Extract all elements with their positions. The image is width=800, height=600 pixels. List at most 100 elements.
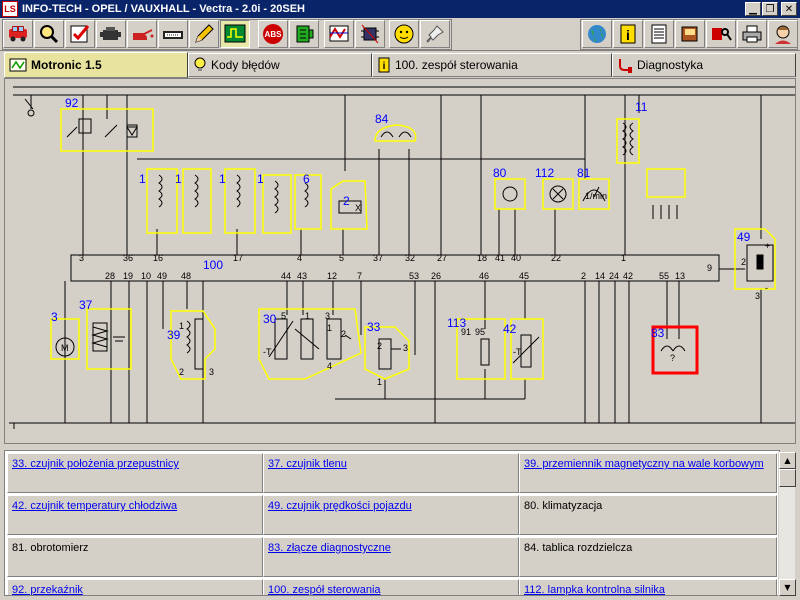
scroll-thumb[interactable]	[779, 469, 796, 487]
minimize-button[interactable]: ▁	[745, 2, 761, 16]
pin-top-32: 32	[405, 253, 415, 263]
component-number-92: 92	[65, 96, 79, 110]
legend-item-42[interactable]: 42. czujnik temperatury chłodziwa	[7, 495, 263, 535]
printer-icon[interactable]	[737, 20, 767, 48]
svg-text:i: i	[383, 61, 386, 72]
person-icon[interactable]	[768, 20, 798, 48]
checkmark-icon[interactable]	[65, 20, 95, 48]
pin-bottom-44: 44	[281, 271, 291, 281]
tab-kody-bledow[interactable]: Kody błędów	[188, 53, 372, 77]
component-outlines	[50, 108, 776, 380]
pin-bottom-46: 46	[479, 271, 489, 281]
oscilloscope-icon[interactable]	[220, 20, 250, 48]
legend-item-100[interactable]: 100. zespół sterowania	[263, 579, 519, 595]
battery-icon[interactable]	[158, 20, 188, 48]
symbol-label-c49-0: +	[765, 241, 770, 251]
component-number-2: 2	[343, 194, 350, 208]
globe-icon[interactable]	[582, 20, 612, 48]
pin-top-5: 5	[339, 253, 344, 263]
symbol-label-c49-3: -	[765, 283, 768, 293]
legend-scrollbar[interactable]: ▲ ▼	[778, 452, 796, 596]
component-number-83: 83	[651, 326, 665, 340]
engine-icon[interactable]	[96, 20, 126, 48]
legend-item-81: 81. obrotomierz	[7, 537, 263, 577]
component-number-3: 3	[51, 310, 58, 324]
component-number-80: 80	[493, 166, 507, 180]
tab-motronic[interactable]: Motronic 1.5	[4, 52, 188, 78]
oxygen-sensor-37-outline	[86, 308, 132, 370]
pin-icon[interactable]	[420, 20, 450, 48]
legend-item-112[interactable]: 112. lampka kontrolna silnika	[519, 579, 777, 595]
component-legend: 33. czujnik położenia przepustnicy 37. c…	[4, 450, 780, 596]
pin-top-4: 4	[297, 253, 302, 263]
component-number-100: 100	[203, 258, 223, 272]
gauge-smiley-icon[interactable]	[389, 20, 419, 48]
pin-bottom-28: 28	[105, 271, 115, 281]
symbol-label-c30-3: 1	[327, 323, 332, 333]
symbol-label-c39-0: 1	[179, 321, 184, 331]
symbol-label-c30-5: 4	[327, 361, 332, 371]
legend-item-37[interactable]: 37. czujnik tlenu	[263, 453, 519, 493]
component-number-37: 37	[79, 298, 93, 312]
pencil-icon[interactable]	[189, 20, 219, 48]
pin-bottom-26: 26	[431, 271, 441, 281]
pin-top-27: 27	[437, 253, 447, 263]
symbol-label-c39-2: 3	[209, 367, 214, 377]
component-number-49: 49	[737, 230, 751, 244]
throttle-33-outline	[364, 326, 410, 380]
key-card-icon[interactable]	[706, 20, 736, 48]
magnifier-icon[interactable]	[34, 20, 64, 48]
tab-bar: Motronic 1.5 Kody błędów i 100. zespół s…	[0, 51, 800, 78]
timing-icon[interactable]	[324, 20, 354, 48]
symbol-label-c42-0: -T	[513, 347, 522, 357]
dashboard-84-outline	[374, 124, 417, 142]
component-number-112: 112	[535, 166, 554, 180]
oil-can-icon[interactable]	[127, 20, 157, 48]
tab-diagnostyka[interactable]: Diagnostyka	[612, 53, 796, 77]
abs-icon[interactable]: ABS	[258, 20, 288, 48]
scroll-down-button[interactable]: ▼	[779, 579, 796, 596]
pin-top-18: 18	[477, 253, 487, 263]
chip-icon[interactable]	[355, 20, 385, 48]
pin-top-40: 40	[511, 253, 521, 263]
symbol-label-c30-6: -T	[263, 347, 272, 357]
title-bar: LS INFO-TECH - OPEL / VAUXHALL - Vectra …	[0, 0, 800, 18]
distributor-11-outline	[646, 168, 686, 198]
pin-bottom-53: 53	[409, 271, 419, 281]
tab-zespol-sterowania[interactable]: i 100. zespół sterowania	[372, 53, 612, 77]
tab-motronic-label: Motronic 1.5	[31, 58, 102, 72]
pin-bottom-19: 19	[123, 271, 133, 281]
legend-item-39[interactable]: 39. przemiennik magnetyczny na wale korb…	[519, 453, 777, 493]
pin-bottom-48: 48	[181, 271, 191, 281]
close-button[interactable]: ✕	[781, 2, 797, 16]
restore-button[interactable]: ❐	[762, 2, 778, 16]
connector-icon[interactable]	[289, 20, 319, 48]
legend-item-92[interactable]: 92. przekaźnik	[7, 579, 263, 595]
book-icon[interactable]	[675, 20, 705, 48]
legend-item-83[interactable]: 83. złącze diagnostyczne	[263, 537, 519, 577]
pin-top-41: 41	[495, 253, 505, 263]
svg-text:ABS: ABS	[265, 30, 283, 39]
car-icon[interactable]	[3, 20, 33, 48]
tab-zespol-sterowania-label: 100. zespół sterowania	[395, 58, 518, 72]
wiring-diagram: 92 84 11 1 1 1 1 6 2 80 112 81 49 100 3 37 39 30 33 113 42 83…	[4, 78, 796, 444]
pin-top-16: 16	[153, 253, 163, 263]
pin-bottom-14: 14	[595, 271, 605, 281]
info-icon[interactable]: i	[613, 20, 643, 48]
pin-bottom-49: 49	[157, 271, 167, 281]
pin-top-36: 36	[123, 253, 133, 263]
symbol-label-c39-1: 2	[179, 367, 184, 377]
legend-item-33[interactable]: 33. czujnik położenia przepustnicy	[7, 453, 263, 493]
scroll-up-button[interactable]: ▲	[779, 452, 796, 469]
legend-item-49[interactable]: 49. czujnik prędkości pojazdu	[263, 495, 519, 535]
symbol-label-c33-1: 3	[403, 343, 408, 353]
pin-bottom-13: 13	[675, 271, 685, 281]
symbol-label-c30-4: 2	[341, 329, 346, 339]
toolbar: ABS i	[0, 18, 800, 51]
pin-numbers: 3 36 16 17 4 5 37 32 27 18 41 40 22 128 19 10 49 48 44 43 12…	[79, 253, 712, 281]
component-number-1d: 1	[257, 172, 264, 186]
diagnostic-plug-icon	[617, 57, 633, 73]
pin-top-22: 22	[551, 253, 561, 263]
pin-bottom-2: 2	[581, 271, 586, 281]
document-icon[interactable]	[644, 20, 674, 48]
